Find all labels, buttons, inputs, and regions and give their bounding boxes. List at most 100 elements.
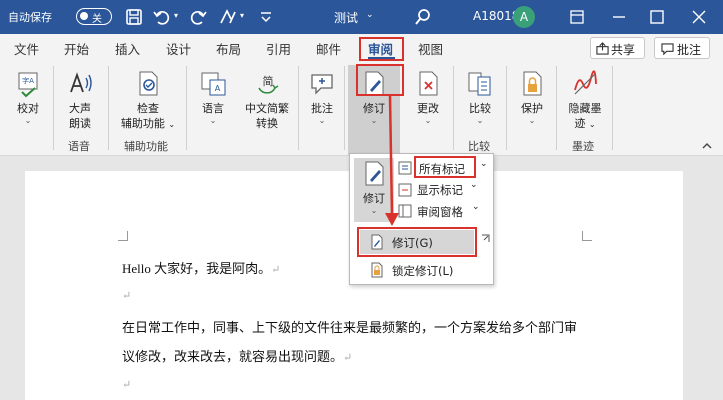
tab-references[interactable]: 引用 bbox=[266, 39, 291, 58]
chinese-conv-label-2: 转换 bbox=[256, 117, 278, 130]
save-icon[interactable] bbox=[124, 7, 144, 27]
lock-icon bbox=[523, 71, 542, 96]
avatar[interactable]: A bbox=[513, 6, 535, 28]
protect-label: 保护 bbox=[521, 102, 543, 115]
track-button-highlight bbox=[356, 64, 404, 96]
crop-mark bbox=[582, 231, 592, 241]
paragraph-text: 在日常工作中，同事、上下级的文件往来是最频繁的，一个方案发给多个部门审 bbox=[122, 320, 578, 335]
close-icon[interactable] bbox=[688, 6, 710, 28]
comments-button[interactable]: 批注 bbox=[654, 37, 710, 59]
comments-ribbon-button[interactable]: 批注 ⌄ bbox=[305, 70, 339, 126]
all-markup-highlight bbox=[414, 156, 476, 178]
hide-ink-label-2: 迹 bbox=[574, 117, 586, 130]
protect-button[interactable]: 保护 ⌄ bbox=[515, 70, 549, 126]
doc-paragraph[interactable]: 议修改，改来改去，就容易出现问题。↵ bbox=[122, 346, 352, 365]
undo-dropdown-icon[interactable]: ▾ bbox=[174, 11, 178, 20]
new-comment-icon bbox=[311, 74, 333, 95]
chevron-down-icon: ⌄ bbox=[318, 116, 326, 125]
spelling-icon: 字A bbox=[18, 72, 38, 98]
read-aloud-label-1: 大声 bbox=[69, 102, 91, 115]
crop-mark bbox=[118, 231, 128, 241]
svg-text:字A: 字A bbox=[22, 76, 34, 85]
group-label-ink: 墨迹 bbox=[572, 140, 594, 153]
comments-label: 批注 bbox=[677, 43, 702, 57]
read-aloud-label-2: 朗读 bbox=[69, 117, 91, 130]
reviewing-pane-icon bbox=[398, 204, 412, 218]
svg-text:A: A bbox=[215, 84, 221, 93]
track-changes-item-outline bbox=[357, 227, 477, 257]
doc-paragraph[interactable]: Hello 大家好，我是阿肉。↵ bbox=[122, 258, 280, 277]
ink-icon bbox=[574, 70, 597, 95]
group-separator bbox=[556, 66, 557, 150]
tab-design[interactable]: 设计 bbox=[166, 39, 191, 58]
chinese-conversion-button[interactable]: 简 中文简繁 转换 bbox=[240, 70, 294, 131]
customize-qat-icon[interactable] bbox=[256, 7, 276, 27]
ink-caret-icon: ⌄ bbox=[588, 120, 596, 129]
read-aloud-icon bbox=[70, 72, 92, 93]
track-changes-dropdown: 修订 ⌄ 所有标记 ⌄ 显示标记 ⌄ 审阅窗格 ⌄ 修订(G) 锁定修订(L) bbox=[349, 153, 494, 285]
share-button[interactable]: 共享 bbox=[590, 37, 645, 59]
show-markup-button[interactable]: 显示标记 bbox=[417, 182, 463, 198]
read-aloud-button[interactable]: 大声 朗读 bbox=[62, 70, 98, 131]
chevron-down-icon: ⌄ bbox=[24, 116, 32, 125]
group-label-compare: 比较 bbox=[468, 140, 490, 153]
maximize-icon[interactable] bbox=[646, 6, 668, 28]
track-changes-icon bbox=[365, 161, 384, 186]
doc-paragraph[interactable]: 在日常工作中，同事、上下级的文件往来是最频繁的，一个方案发给多个部门审 bbox=[122, 317, 577, 336]
compare-button[interactable]: 比较 ⌄ bbox=[463, 70, 497, 126]
group-separator bbox=[298, 66, 299, 150]
group-label-accessibility: 辅助功能 bbox=[124, 140, 168, 153]
tab-view[interactable]: 视图 bbox=[418, 39, 443, 58]
reviewing-pane-button[interactable]: 审阅窗格 bbox=[417, 204, 463, 220]
search-icon[interactable] bbox=[413, 7, 433, 27]
chinese-conv-label-1: 中文简繁 bbox=[245, 102, 289, 115]
track-changes-label: 修订 bbox=[363, 102, 385, 115]
title-caret-icon[interactable]: ⌄ bbox=[366, 10, 374, 20]
format-dropdown-icon[interactable]: ▾ bbox=[240, 11, 244, 20]
tab-mailings[interactable]: 邮件 bbox=[316, 39, 341, 58]
chevron-down-icon: ⌄ bbox=[209, 116, 217, 125]
toggle-knob bbox=[80, 12, 88, 20]
lock-tracking-menu-item[interactable]: 锁定修订(L) bbox=[392, 263, 453, 279]
accessibility-label-1: 检查 bbox=[137, 102, 159, 115]
compare-label: 比较 bbox=[469, 102, 491, 115]
accessibility-icon bbox=[139, 71, 158, 96]
hide-ink-button[interactable]: 隐藏墨 迹 ⌄ bbox=[561, 70, 609, 132]
proofing-button[interactable]: 字A 校对 ⌄ bbox=[11, 70, 45, 126]
tab-layout[interactable]: 布局 bbox=[216, 39, 241, 58]
language-label: 语言 bbox=[202, 102, 224, 115]
dialog-launcher-icon[interactable] bbox=[481, 234, 490, 243]
dropdown-track-button[interactable]: 修订 ⌄ bbox=[356, 160, 392, 216]
doc-paragraph[interactable]: ↵ bbox=[122, 376, 131, 392]
collapse-ribbon-icon[interactable] bbox=[701, 140, 713, 152]
doc-paragraph[interactable]: ↵ bbox=[122, 287, 131, 303]
minimize-icon[interactable] bbox=[608, 6, 630, 28]
changes-button[interactable]: 更改 ⌄ bbox=[411, 70, 445, 126]
changes-icon bbox=[419, 71, 438, 96]
tab-home[interactable]: 开始 bbox=[64, 39, 89, 58]
chevron-down-icon: ⌄ bbox=[476, 116, 484, 125]
format-painter-icon[interactable] bbox=[218, 7, 238, 27]
review-tab-highlight bbox=[359, 37, 404, 61]
check-accessibility-button[interactable]: 检查 辅助功能 ⌄ bbox=[118, 70, 178, 132]
group-separator bbox=[506, 66, 507, 150]
undo-icon[interactable] bbox=[152, 7, 172, 27]
compare-icon bbox=[468, 72, 491, 96]
language-button[interactable]: A 语言 ⌄ bbox=[196, 70, 230, 126]
comments-ribbon-label: 批注 bbox=[311, 102, 333, 115]
chevron-down-icon[interactable]: ⌄ bbox=[470, 180, 478, 190]
group-separator bbox=[186, 66, 187, 150]
tab-file[interactable]: 文件 bbox=[14, 39, 39, 58]
tab-insert[interactable]: 插入 bbox=[115, 39, 140, 58]
share-icon bbox=[596, 42, 609, 55]
document-title[interactable]: 测试 bbox=[334, 9, 358, 26]
chevron-down-icon[interactable]: ⌄ bbox=[480, 159, 488, 169]
redo-icon[interactable] bbox=[188, 7, 208, 27]
paragraph-mark: ↵ bbox=[343, 352, 353, 364]
chevron-down-icon[interactable]: ⌄ bbox=[472, 202, 480, 212]
autosave-label: 自动保存 bbox=[8, 11, 52, 24]
proofing-label: 校对 bbox=[17, 102, 39, 115]
ribbon-display-icon[interactable] bbox=[566, 6, 588, 28]
autosave-toggle[interactable]: 关 bbox=[76, 8, 112, 25]
paragraph-text: 议修改，改来改去，就容易出现问题。 bbox=[122, 349, 344, 364]
